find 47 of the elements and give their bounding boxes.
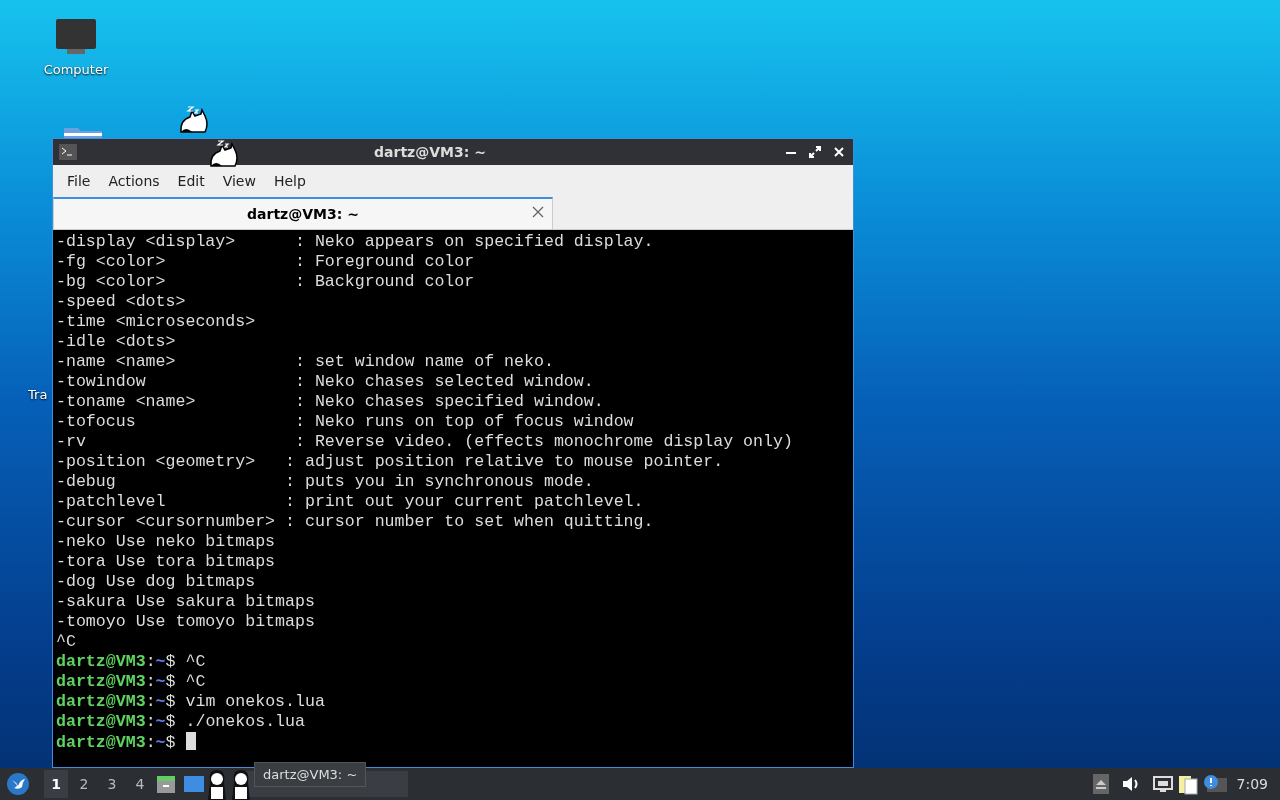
prompt-separator: : xyxy=(145,652,156,671)
terminal-line: -neko Use neko bitmaps xyxy=(56,532,277,552)
prompt-user: dartz@VM3 xyxy=(56,652,146,671)
terminal-line: -patchlevel : print out your current patchlevel. xyxy=(56,492,645,512)
prompt-path: ~ xyxy=(155,672,166,691)
terminal-line: -fg <color> : Foreground color xyxy=(56,252,476,272)
terminal-line: -tofocus : Neko runs on top of focus window xyxy=(56,412,635,432)
terminal-line: -rv : Reverse video. (effects monochrome display only) xyxy=(56,432,794,452)
terminal-line: -bg <color> : Background color xyxy=(56,272,476,292)
terminal-line: -sakura Use sakura bitmaps xyxy=(56,592,316,612)
prompt-command: vim onekos.lua xyxy=(185,692,325,711)
terminal-line: ^C xyxy=(56,632,77,652)
tooltip: dartz@VM3: ~ xyxy=(254,762,367,787)
prompt-user: dartz@VM3 xyxy=(56,672,146,691)
terminal-line: -tomoyo Use tomoyo bitmaps xyxy=(56,612,316,632)
prompt-user: dartz@VM3 xyxy=(56,712,146,731)
terminal-line: -debug : puts you in synchronous mode. xyxy=(56,472,595,492)
prompt-path: ~ xyxy=(155,692,166,711)
prompt-path: ~ xyxy=(155,733,166,752)
prompt-path: ~ xyxy=(155,652,166,671)
terminal-line: -name <name> : set window name of neko. xyxy=(56,352,555,372)
prompt-separator: : xyxy=(145,692,156,711)
terminal-line: -dog Use dog bitmaps xyxy=(56,572,257,592)
prompt-command: ./onekos.lua xyxy=(185,712,305,731)
terminal-line: -display <display> : Neko appears on specified display. xyxy=(56,232,655,252)
terminal-line: -position <geometry> : adjust position relative to mouse pointer. xyxy=(56,452,725,472)
prompt-symbol: $ xyxy=(165,652,176,671)
terminal-line: -cursor <cursornumber> : cursor number to set when quitting. xyxy=(56,512,655,532)
prompt-separator: : xyxy=(145,672,156,691)
prompt-command: ^C xyxy=(185,652,206,671)
prompt-separator: : xyxy=(145,712,156,731)
prompt-symbol: $ xyxy=(165,712,176,731)
prompt-path: ~ xyxy=(155,712,166,731)
terminal-line: -towindow : Neko chases selected window. xyxy=(56,372,595,392)
window-title: dartz@VM3: ~ xyxy=(374,144,486,160)
terminal-line: -time <microseconds> xyxy=(56,312,257,332)
prompt-separator: : xyxy=(145,733,156,752)
prompt-user: dartz@VM3 xyxy=(56,733,146,752)
terminal-line: -tora Use tora bitmaps xyxy=(56,552,277,572)
prompt-symbol: $ xyxy=(165,692,176,711)
prompt-symbol: $ xyxy=(165,733,176,752)
terminal-line: -toname <name> : Neko chases specified window. xyxy=(56,392,605,412)
prompt-user: dartz@VM3 xyxy=(56,692,146,711)
prompt-symbol: $ xyxy=(165,672,176,691)
terminal-line: -speed <dots> xyxy=(56,292,187,312)
prompt-command: ^C xyxy=(185,672,206,691)
terminal-line: -idle <dots> xyxy=(56,332,177,352)
